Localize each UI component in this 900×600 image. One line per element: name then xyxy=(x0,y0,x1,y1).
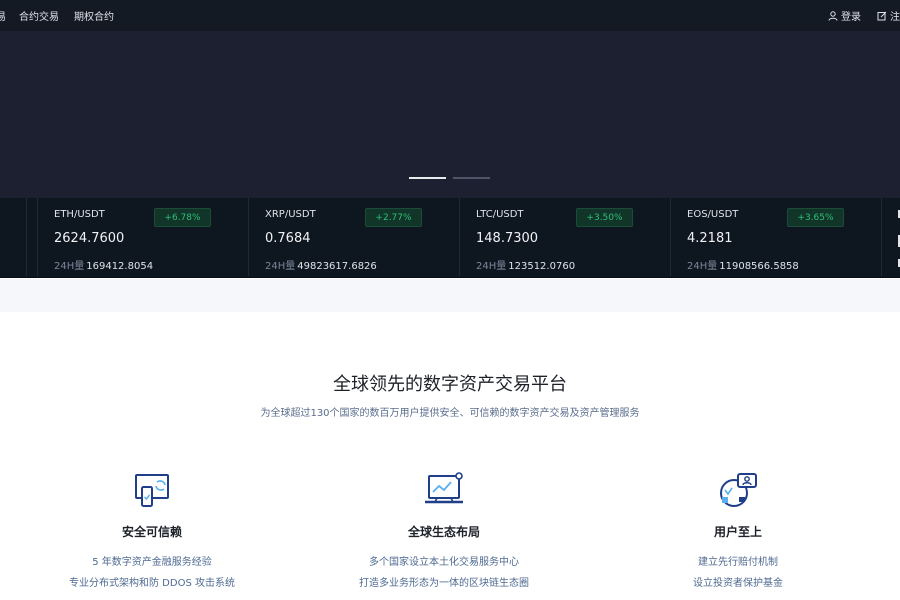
user-support-icon xyxy=(720,473,757,507)
feature-line-2: 打造多业务形态为一体的区块链生态圈 xyxy=(359,578,529,589)
register-label: 注册 xyxy=(890,12,900,23)
ticker-price: 2624.7600 xyxy=(54,231,125,246)
ticker-divider xyxy=(26,198,27,276)
ticker-change-badge: +3.65% xyxy=(787,208,844,227)
nav-left-group: 易 合约交易 期权合约 xyxy=(0,0,129,31)
ticker-volume: 24H量 123512.0760 xyxy=(476,257,575,272)
ticker-change-badge: +6.78% xyxy=(154,208,211,227)
feature-title: 安全可信赖 xyxy=(121,525,182,539)
nav-item-trade[interactable]: 易 xyxy=(0,8,6,23)
global-chart-icon xyxy=(425,472,463,504)
login-link[interactable]: 登录 xyxy=(828,8,861,23)
market-ticker: ETH/USDT +6.78% 2624.7600 24H量 169412.805… xyxy=(0,198,900,278)
ticker-card-ltc[interactable]: LTC/USDT +3.50% 148.7300 24H量 123512.0760 xyxy=(459,198,670,276)
ticker-price: 4.2181 xyxy=(687,231,733,246)
volume-label: 24H量 xyxy=(265,261,296,272)
ticker-card-xrp[interactable]: XRP/USDT +2.77% 0.7684 24H量 49823617.6826 xyxy=(248,198,459,276)
ticker-volume: 24H量 49823617.6826 xyxy=(265,257,377,272)
nav-right-group: 登录 注册 xyxy=(812,0,900,31)
feature-line-1: 5 年数字资产金融服务经验 xyxy=(92,557,212,568)
top-navbar: 易 合约交易 期权合约 登录 注册 xyxy=(0,0,900,31)
ticker-card-eos[interactable]: EOS/USDT +3.65% 4.2181 24H量 11908566.5858 xyxy=(670,198,881,276)
ticker-volume: 24H量 11908566.5858 xyxy=(687,257,799,272)
feature-title: 用户至上 xyxy=(713,525,762,539)
volume-label: 24H量 xyxy=(476,261,507,272)
volume-value: 49823617.6826 xyxy=(297,261,377,272)
login-label: 登录 xyxy=(841,12,861,23)
ticker-price: 0.7684 xyxy=(265,231,311,246)
ticker-change-badge: +2.77% xyxy=(365,208,422,227)
ticker-pair: LTC/USDT xyxy=(476,209,524,220)
carousel-indicator-2[interactable] xyxy=(453,177,490,179)
nav-item-futures[interactable]: 合约交易 xyxy=(19,8,59,23)
ticker-card-eth[interactable]: ETH/USDT +6.78% 2624.7600 24H量 169412.805… xyxy=(37,198,248,276)
volume-label: 24H量 xyxy=(54,261,85,272)
ticker-change-badge: +3.50% xyxy=(576,208,633,227)
nav-item-options[interactable]: 期权合约 xyxy=(74,8,114,23)
edit-icon xyxy=(877,11,887,20)
carousel-indicator-1[interactable] xyxy=(409,177,446,179)
section-title: 全球领先的数字资产交易平台 xyxy=(333,374,567,395)
volume-value: 123512.0760 xyxy=(508,261,576,272)
ticker-card-partial[interactable] xyxy=(881,198,900,276)
register-link[interactable]: 注册 xyxy=(877,8,900,23)
ticker-price: 148.7300 xyxy=(476,231,539,246)
volume-label: 24H量 xyxy=(687,261,718,272)
ticker-pair: XRP/USDT xyxy=(265,209,316,220)
volume-value: 11908566.5858 xyxy=(719,261,799,272)
feature-line-2: 设立投资者保护基金 xyxy=(693,578,783,589)
volume-value: 169412.8054 xyxy=(86,261,154,272)
secure-device-icon xyxy=(135,474,169,507)
feature-line-1: 多个国家设立本土化交易服务中心 xyxy=(369,557,519,568)
feature-line-1: 建立先行赔付机制 xyxy=(698,557,778,568)
ticker-volume: 24H量 169412.8054 xyxy=(54,257,153,272)
section-subtitle: 为全球超过130个国家的数百万用户提供安全、可信赖的数字资产交易及资产管理服务 xyxy=(260,408,640,419)
announcement-strip xyxy=(0,279,900,312)
feature-title: 全球生态布局 xyxy=(407,525,480,539)
user-icon xyxy=(828,10,838,21)
feature-line-2: 专业分布式架构和防 DDOS 攻击系统 xyxy=(69,578,235,589)
ticker-pair: ETH/USDT xyxy=(54,209,105,220)
hero-banner xyxy=(0,31,900,198)
ticker-pair: EOS/USDT xyxy=(687,209,739,220)
